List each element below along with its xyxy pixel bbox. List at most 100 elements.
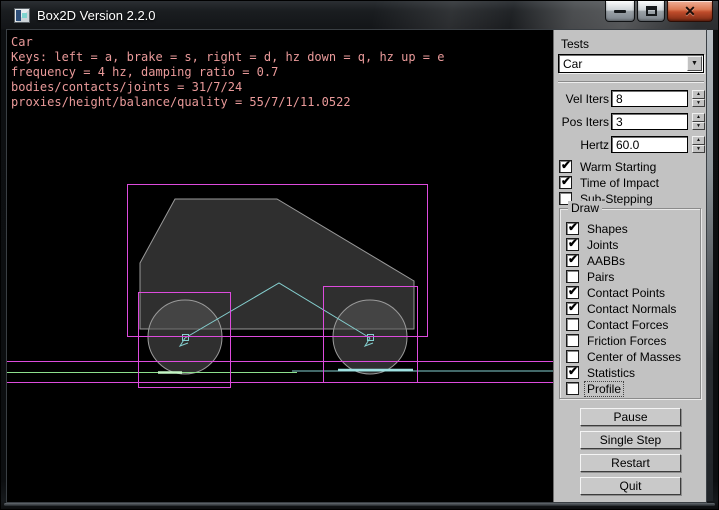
tests-dropdown[interactable]: Car ▼ xyxy=(558,54,704,73)
debug-text: CarKeys: left = a, brake = s, right = d,… xyxy=(11,35,444,110)
single-step-button[interactable]: Single Step xyxy=(580,431,681,449)
minimize-icon xyxy=(614,10,626,13)
joints-checkbox[interactable]: ✔ Joints xyxy=(566,237,683,252)
pause-button[interactable]: Pause xyxy=(580,408,681,426)
checkbox-box[interactable]: ✔ xyxy=(566,366,579,379)
checkbox-box[interactable]: ✔ xyxy=(566,350,579,363)
spinner-input[interactable] xyxy=(611,90,688,107)
checkbox-label: Contact Normals xyxy=(585,302,678,316)
pairs-checkbox[interactable]: ✔ Pairs xyxy=(566,269,683,284)
minimize-button[interactable] xyxy=(605,1,635,22)
action-buttons: Pause Single Step Restart Quit xyxy=(580,408,681,500)
checkbox-label: Contact Points xyxy=(585,286,667,300)
window-content: CarKeys: left = a, brake = s, right = d,… xyxy=(7,30,706,502)
checkbox-box[interactable]: ✔ xyxy=(566,382,579,395)
checkbox-label: Warm Starting xyxy=(578,160,658,174)
aabbs-checkbox[interactable]: ✔ AABBs xyxy=(566,253,683,268)
spinner-down-icon[interactable]: ▼ xyxy=(692,145,705,154)
debug-text-line: Keys: left = a, brake = s, right = d, hz… xyxy=(11,50,444,65)
checkbox-box[interactable]: ✔ xyxy=(566,254,579,267)
checkbox-label: Joints xyxy=(585,238,620,252)
spinner-down-icon[interactable]: ▼ xyxy=(692,99,705,108)
time-of-impact-checkbox[interactable]: ✔ Time of Impact xyxy=(559,175,661,190)
draw-checkboxes: ✔ Shapes ✔ Joints ✔ AABBs ✔ Pairs ✔ Cont… xyxy=(566,221,683,397)
checkbox-label: Profile xyxy=(585,382,623,396)
maximize-icon xyxy=(646,6,657,16)
spinner-up-icon[interactable]: ▲ xyxy=(692,90,705,99)
contact-normals-checkbox[interactable]: ✔ Contact Normals xyxy=(566,301,683,316)
checkbox-box[interactable]: ✔ xyxy=(566,222,579,235)
debug-text-line: Car xyxy=(11,35,444,50)
contact-points-checkbox[interactable]: ✔ Contact Points xyxy=(566,285,683,300)
control-panel: Tests Car ▼ Vel Iters ▲ ▼ Pos Iters ▲ ▼ … xyxy=(553,30,706,502)
titlebar[interactable]: Box2D Version 2.2.0 ✕ xyxy=(1,1,718,30)
checkbox-label: Pairs xyxy=(585,270,616,284)
contact-forces-checkbox[interactable]: ✔ Contact Forces xyxy=(566,317,683,332)
draw-group: Draw ✔ Shapes ✔ Joints ✔ AABBs ✔ Pairs ✔… xyxy=(559,208,701,399)
shapes-checkbox[interactable]: ✔ Shapes xyxy=(566,221,683,236)
restart-button[interactable]: Restart xyxy=(580,454,681,472)
profile-checkbox[interactable]: ✔ Profile xyxy=(566,381,683,396)
checkbox-box[interactable]: ✔ xyxy=(566,334,579,347)
spinner-rows: Vel Iters ▲ ▼ Pos Iters ▲ ▼ Hertz ▲ ▼ xyxy=(554,90,707,159)
pos-iters-spinner: Pos Iters ▲ ▼ xyxy=(554,113,707,130)
check-icon: ✔ xyxy=(561,174,571,188)
friction-forces-checkbox[interactable]: ✔ Friction Forces xyxy=(566,333,683,348)
window-title: Box2D Version 2.2.0 xyxy=(37,8,156,23)
separator xyxy=(558,81,704,83)
simulation-canvas[interactable]: CarKeys: left = a, brake = s, right = d,… xyxy=(7,30,553,502)
spinner-buttons: ▲ ▼ xyxy=(692,90,705,107)
spinner-down-icon[interactable]: ▼ xyxy=(692,122,705,131)
warm-starting-checkbox[interactable]: ✔ Warm Starting xyxy=(559,159,661,174)
maximize-button[interactable] xyxy=(637,1,665,22)
spinner-input[interactable] xyxy=(611,136,688,153)
checkbox-label: Shapes xyxy=(585,222,630,236)
checkbox-box[interactable]: ✔ xyxy=(566,270,579,283)
debug-text-line: frequency = 4 hz, damping ratio = 0.7 xyxy=(11,65,444,80)
draw-group-label: Draw xyxy=(568,201,602,215)
check-icon: ✔ xyxy=(568,220,578,234)
frame-bottom-edge xyxy=(4,503,715,506)
debug-text-line: proxies/height/balance/quality = 55/7/1/… xyxy=(11,95,444,110)
check-icon: ✔ xyxy=(568,284,578,298)
tests-dropdown-value: Car xyxy=(559,57,687,71)
checkbox-box[interactable]: ✔ xyxy=(566,286,579,299)
checkbox-box[interactable]: ✔ xyxy=(559,160,572,173)
checkbox-box[interactable]: ✔ xyxy=(566,302,579,315)
app-window: Box2D Version 2.2.0 ✕ xyxy=(0,0,719,510)
checkbox-label: AABBs xyxy=(585,254,627,268)
checkbox-label: Friction Forces xyxy=(585,334,668,348)
tests-label: Tests xyxy=(561,37,589,51)
check-icon: ✔ xyxy=(568,252,578,266)
checkbox-label: Time of Impact xyxy=(578,176,661,190)
spinner-label: Vel Iters xyxy=(566,92,609,106)
checkbox-box[interactable]: ✔ xyxy=(566,238,579,251)
check-icon: ✔ xyxy=(561,158,571,172)
statistics-checkbox[interactable]: ✔ Statistics xyxy=(566,365,683,380)
checkbox-box[interactable]: ✔ xyxy=(559,176,572,189)
spinner-input[interactable] xyxy=(611,113,688,130)
spinner-label: Pos Iters xyxy=(562,115,609,129)
frame-right-edge xyxy=(707,30,713,501)
checkbox-label: Statistics xyxy=(585,366,637,380)
check-icon: ✔ xyxy=(568,236,578,250)
sim-checkboxes: ✔ Warm Starting ✔ Time of Impact ✔ Sub-S… xyxy=(559,159,661,207)
center-of-masses-checkbox[interactable]: ✔ Center of Masses xyxy=(566,349,683,364)
spinner-up-icon[interactable]: ▲ xyxy=(692,136,705,145)
dropdown-button[interactable]: ▼ xyxy=(687,56,702,71)
hertz-spinner: Hertz ▲ ▼ xyxy=(554,136,707,153)
vel-iters-spinner: Vel Iters ▲ ▼ xyxy=(554,90,707,107)
check-icon: ✔ xyxy=(568,300,578,314)
quit-button[interactable]: Quit xyxy=(580,477,681,495)
close-button[interactable]: ✕ xyxy=(667,1,713,22)
checkbox-label: Center of Masses xyxy=(585,350,683,364)
checkbox-box[interactable]: ✔ xyxy=(566,318,579,331)
checkbox-label: Contact Forces xyxy=(585,318,670,332)
app-icon xyxy=(14,8,30,23)
check-icon: ✔ xyxy=(568,364,578,378)
spinner-buttons: ▲ ▼ xyxy=(692,136,705,153)
caption-buttons: ✕ xyxy=(603,1,713,22)
chevron-down-icon: ▼ xyxy=(691,60,698,67)
spinner-up-icon[interactable]: ▲ xyxy=(692,113,705,122)
debug-text-line: bodies/contacts/joints = 31/7/24 xyxy=(11,80,444,95)
